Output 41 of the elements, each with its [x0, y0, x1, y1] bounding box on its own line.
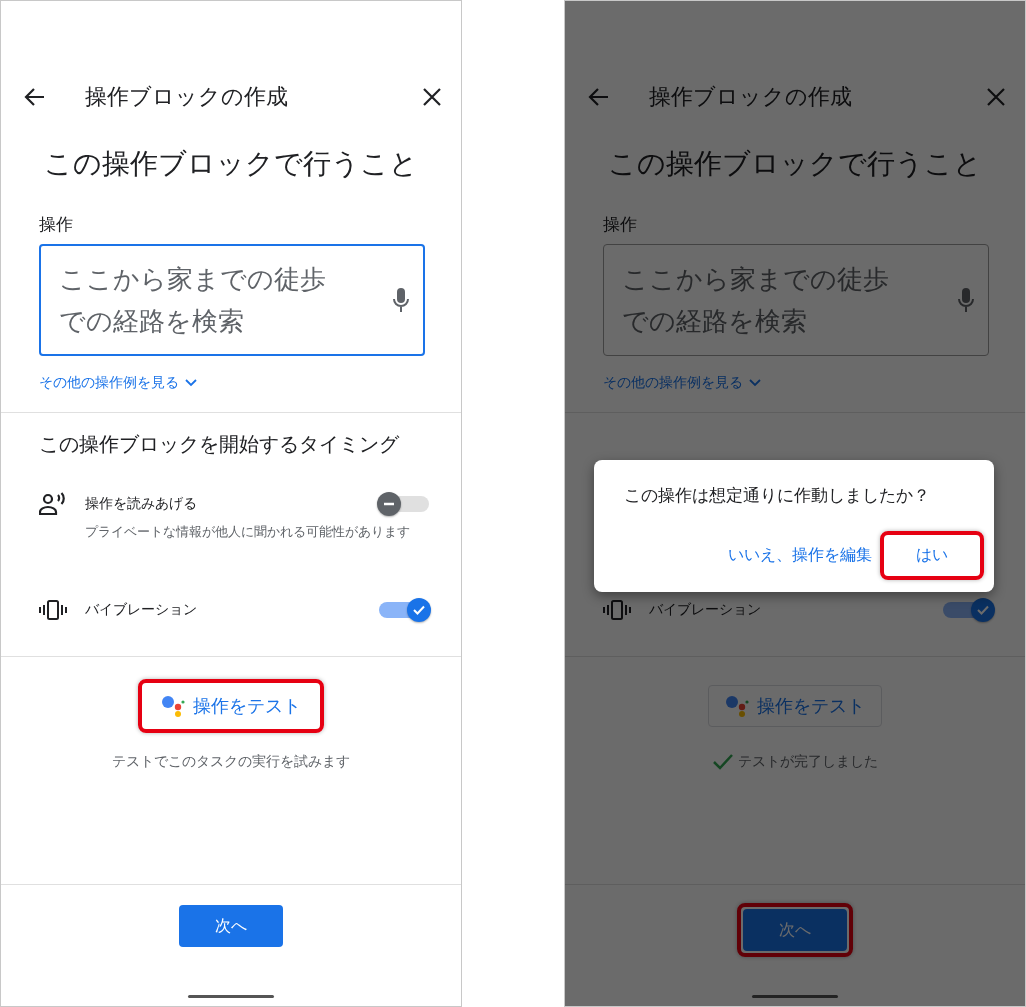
chevron-down-icon[interactable]: [185, 379, 197, 387]
close-icon[interactable]: [423, 88, 441, 106]
test-status-text: テストでこのタスクの実行を試みます: [112, 753, 350, 771]
test-status-text: テストが完了しました: [738, 753, 878, 771]
toggle-switch[interactable]: [941, 598, 995, 622]
more-examples-link[interactable]: その他の操作例を見る: [603, 374, 743, 392]
microphone-icon[interactable]: [393, 287, 409, 313]
checkmark-icon: [976, 603, 990, 617]
action-input-field[interactable]: ここから家までの徒歩での経路を検索: [603, 244, 989, 356]
dialog-button[interactable]: はい: [886, 537, 978, 574]
option-label: バイブレーション: [649, 601, 762, 619]
option-description: プライベートな情報が他人に聞かれる可能性があります: [85, 523, 411, 541]
vibration-icon: [603, 599, 631, 621]
screen-title: 操作ブロックの作成: [85, 83, 289, 111]
toggle-switch[interactable]: [377, 492, 431, 516]
back-arrow-icon[interactable]: [23, 87, 45, 107]
toggle-switch[interactable]: [377, 598, 431, 622]
speaking-person-icon: [39, 492, 67, 516]
action-input-field[interactable]: ここから家までの徒歩での経路を検索: [39, 244, 425, 356]
section-heading: この操作ブロックで行うこと: [43, 146, 419, 182]
next-button[interactable]: 次へ: [179, 905, 283, 947]
screen-title: 操作ブロックの作成: [649, 83, 853, 111]
section-heading: この操作ブロックで行うこと: [607, 146, 983, 182]
vibration-icon: [39, 599, 67, 621]
minus-icon: [383, 502, 395, 506]
dialog-message: この操作は想定通りに作動しましたか？: [624, 484, 931, 507]
checkmark-icon: [712, 753, 734, 771]
option-label: バイブレーション: [85, 601, 198, 619]
field-label: 操作: [39, 213, 74, 236]
chevron-down-icon[interactable]: [749, 379, 761, 387]
microphone-icon[interactable]: [958, 287, 974, 313]
checkmark-icon: [412, 603, 426, 617]
dialog-button[interactable]: いいえ、操作を編集: [722, 537, 878, 574]
option-label: 操作を読みあげる: [85, 495, 198, 513]
field-label: 操作: [603, 213, 638, 236]
test-action-button[interactable]: 操作をテスト: [708, 685, 882, 727]
next-button[interactable]: 次へ: [743, 909, 847, 951]
more-examples-link[interactable]: その他の操作例を見る: [39, 374, 179, 392]
section-heading: この操作ブロックを開始するタイミング: [39, 431, 400, 458]
assistant-dots-icon: [161, 695, 185, 717]
assistant-dots-icon: [725, 695, 749, 717]
